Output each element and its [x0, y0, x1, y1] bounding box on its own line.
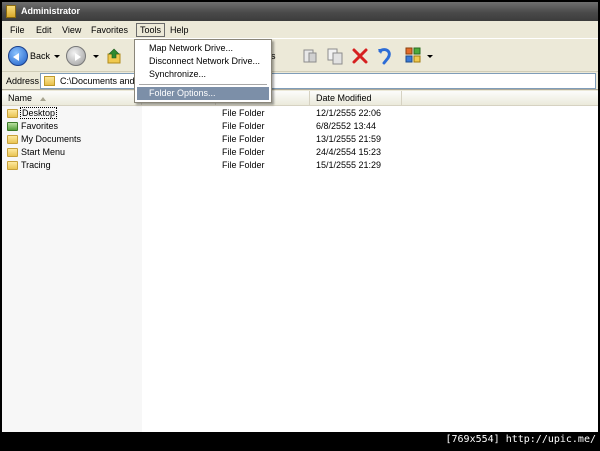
folder-icon [7, 135, 18, 144]
list-item[interactable]: Favorites File Folder 6/8/2552 13:44 [2, 120, 598, 133]
copy-to-icon[interactable] [326, 47, 344, 65]
menu-item-map-network-drive[interactable]: Map Network Drive... [137, 42, 269, 55]
window-title: Administrator [21, 6, 81, 16]
explorer-window: Administrator File Edit View Favorites T… [2, 2, 598, 432]
up-folder-icon[interactable] [106, 47, 122, 65]
forward-arrow-icon[interactable] [66, 46, 86, 66]
item-date: 13/1/2555 21:59 [316, 134, 382, 144]
folder-icon [7, 109, 18, 118]
toolbar: Back lders [2, 39, 598, 72]
delete-icon[interactable] [351, 47, 369, 65]
item-date: 15/1/2555 21:29 [316, 160, 382, 170]
views-icon[interactable] [405, 47, 425, 65]
item-date: 6/8/2552 13:44 [316, 121, 377, 131]
list-item[interactable]: Desktop File Folder 12/1/2555 22:06 [2, 107, 598, 120]
file-list[interactable]: Name Date Modified Desktop File Folder 1… [2, 91, 598, 432]
folder-icon [44, 76, 55, 86]
back-button-label[interactable]: Back [30, 51, 50, 61]
item-date: 24/4/2554 15:23 [316, 147, 382, 157]
menu-item-synchronize[interactable]: Synchronize... [137, 68, 269, 81]
item-date: 12/1/2555 22:06 [316, 108, 382, 118]
menu-help[interactable]: Help [167, 24, 192, 36]
address-value: C:\Documents and S [60, 76, 144, 86]
menu-tools[interactable]: Tools [136, 23, 166, 37]
item-type: File Folder [222, 108, 265, 118]
list-item[interactable]: Tracing File Folder 15/1/2555 21:29 [2, 159, 598, 172]
bottom-strip: [769x554] http://upic.me/ [0, 432, 600, 451]
item-type: File Folder [222, 147, 265, 157]
item-name: Desktop [20, 107, 58, 119]
address-label: Address [6, 76, 40, 86]
views-dropdown-icon[interactable] [427, 55, 433, 58]
column-header-date-modified[interactable]: Date Modified [310, 91, 402, 106]
menu-edit[interactable]: Edit [33, 24, 55, 36]
address-bar: Address C:\Documents and S [2, 72, 598, 90]
item-name: Favorites [21, 121, 59, 131]
item-name: Tracing [21, 160, 51, 170]
list-item[interactable]: Start Menu File Folder 24/4/2554 15:23 [2, 146, 598, 159]
favorites-folder-icon [7, 122, 18, 131]
menu-bar: File Edit View Favorites Tools Help [2, 21, 598, 39]
column-header: Name Date Modified [2, 91, 598, 106]
undo-icon[interactable] [376, 46, 394, 66]
menu-view[interactable]: View [59, 24, 84, 36]
title-bar[interactable]: Administrator [2, 2, 598, 21]
item-type: File Folder [222, 134, 265, 144]
list-item[interactable]: My Documents File Folder 13/1/2555 21:59 [2, 133, 598, 146]
menu-separator [139, 84, 267, 85]
menu-favorites[interactable]: Favorites [88, 24, 131, 36]
menu-item-disconnect-network-drive[interactable]: Disconnect Network Drive... [137, 55, 269, 68]
forward-dropdown-icon[interactable] [93, 55, 99, 58]
move-to-icon[interactable] [301, 47, 319, 65]
tools-menu: Map Network Drive... Disconnect Network … [134, 39, 272, 103]
back-dropdown-icon[interactable] [54, 55, 60, 58]
menu-file[interactable]: File [7, 24, 28, 36]
menu-item-folder-options[interactable]: Folder Options... [137, 87, 269, 100]
watermark-text: [769x554] http://upic.me/ [445, 434, 596, 445]
item-type: File Folder [222, 160, 265, 170]
folder-icon [7, 148, 18, 157]
item-type: File Folder [222, 121, 265, 131]
back-arrow-icon[interactable] [8, 46, 28, 66]
item-name: My Documents [21, 134, 82, 144]
column-header-name[interactable]: Name [2, 91, 142, 106]
address-input[interactable]: C:\Documents and S [40, 73, 596, 89]
folder-icon [7, 161, 18, 170]
folder-icon [6, 5, 16, 18]
sort-ascending-icon [40, 97, 46, 101]
item-name: Start Menu [21, 147, 66, 157]
